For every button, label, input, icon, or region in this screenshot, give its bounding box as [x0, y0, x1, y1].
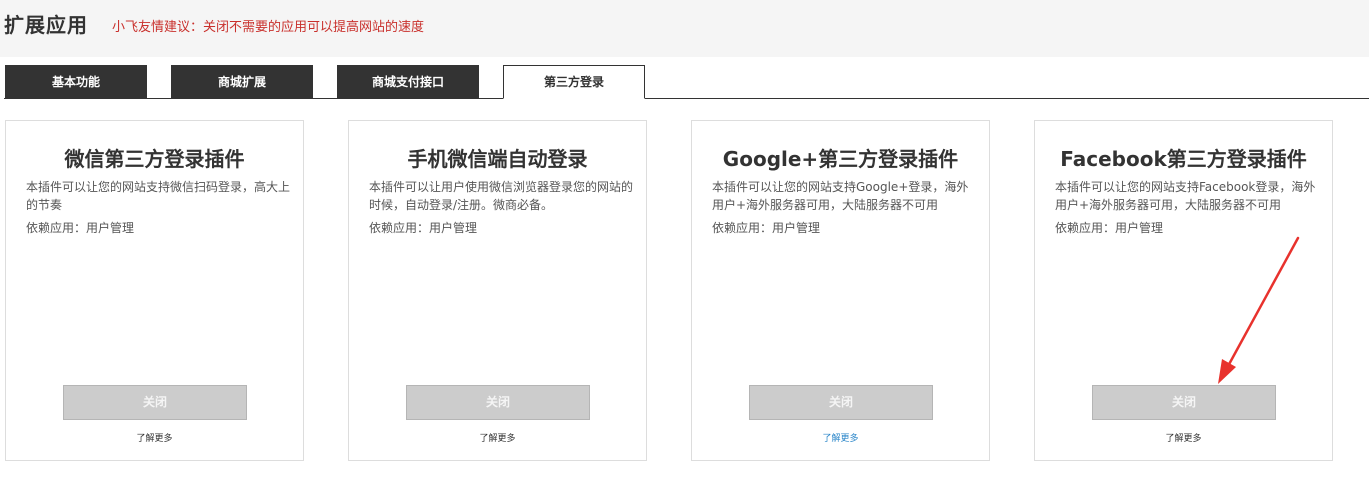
- red-arrow-annotation-icon: [1218, 236, 1300, 384]
